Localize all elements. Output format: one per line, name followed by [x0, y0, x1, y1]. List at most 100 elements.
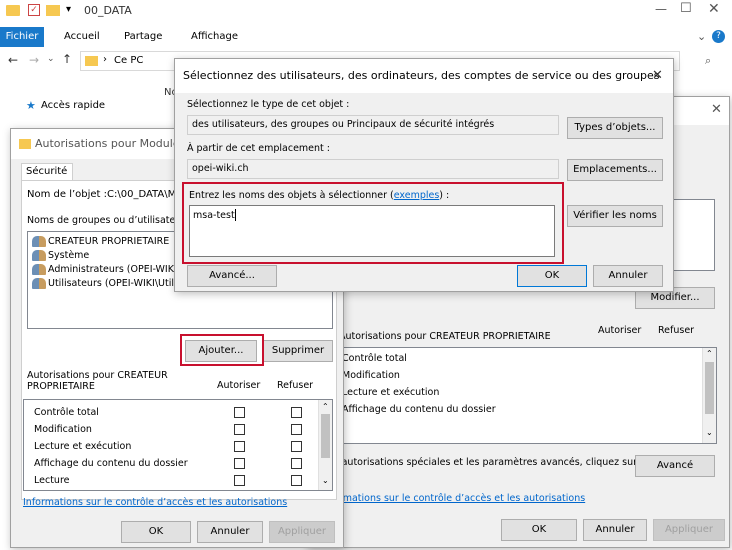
qat-dropdown-icon[interactable]: ▾ [66, 4, 71, 15]
perm-item: Contrôle total [342, 353, 407, 364]
new-folder-qat-icon[interactable] [46, 5, 60, 16]
deny-checkbox[interactable] [291, 441, 302, 452]
check-names-button[interactable]: Vérifier les noms [567, 205, 663, 227]
permissions-scrollbar[interactable]: ⌃ ⌄ [318, 400, 332, 490]
properties-close-icon[interactable]: ✕ [711, 102, 722, 117]
select-titlebar: Sélectionnez des utilisateurs, des ordin… [175, 59, 673, 93]
properties-qat-icon[interactable]: ✓ [28, 4, 40, 16]
locations-button[interactable]: Emplacements... [567, 159, 663, 181]
object-type-label: Sélectionnez le type de cet objet : [187, 99, 350, 110]
access-control-link[interactable]: Informations sur le contrôle d’accès et … [23, 497, 287, 508]
permissions-title: Autorisations pour Module T [35, 137, 190, 150]
scroll-thumb[interactable] [321, 414, 330, 458]
breadcrumb-ce-pc[interactable]: Ce PC [114, 55, 143, 66]
ribbon-expand-icon[interactable]: ⌄ [697, 30, 706, 43]
user-name: CREATEUR PROPRIETAIRE [48, 236, 170, 247]
names-label-text: Entrez les noms des objets à sélectionne… [189, 190, 394, 201]
permissions-title-icon [19, 139, 31, 149]
tab-fichier[interactable]: Fichier [0, 27, 44, 47]
scroll-down-icon[interactable]: ⌄ [706, 428, 713, 437]
scroll-up-icon[interactable]: ⌃ [322, 402, 329, 411]
perm-name: Affichage du contenu du dossier [34, 458, 188, 469]
names-input[interactable]: msa-test [189, 205, 555, 257]
explorer-titlebar: ✓ ▾ 00_DATA — ☐ ✕ [0, 0, 732, 22]
nav-pane: ★ Accès rapide [0, 90, 160, 130]
location-label: À partir de cet emplacement : [187, 143, 330, 154]
properties-access-link[interactable]: Informations sur le contrôle d’accès et … [321, 493, 585, 504]
maximize-icon[interactable]: ☐ [680, 1, 692, 16]
select-title: Sélectionnez des utilisateurs, des ordin… [183, 69, 660, 82]
properties-deny-header: Refuser [658, 325, 695, 336]
select-ok-button[interactable]: OK [517, 265, 587, 287]
scroll-up-icon[interactable]: ⌃ [706, 349, 713, 358]
properties-cancel-button[interactable]: Annuler [583, 519, 647, 541]
perm-item: Affichage du contenu du dossier [342, 404, 496, 415]
scroll-thumb[interactable] [705, 362, 714, 414]
back-icon[interactable]: ← [8, 53, 18, 67]
select-users-dialog: Sélectionnez des utilisateurs, des ordin… [174, 58, 674, 292]
properties-ok-button[interactable]: OK [501, 519, 577, 541]
object-type-field: des utilisateurs, des groupes ou Princip… [187, 115, 559, 135]
perm-row: Affichage du contenu du dossier [24, 457, 332, 471]
select-cancel-button[interactable]: Annuler [593, 265, 663, 287]
scroll-down-icon[interactable]: ⌄ [322, 476, 329, 485]
properties-perm-scrollbar[interactable]: ⌃ ⌄ [702, 348, 716, 443]
allow-header: Autoriser [217, 380, 261, 391]
deny-checkbox[interactable] [291, 424, 302, 435]
perm-row: Modification [24, 423, 332, 437]
properties-advanced-button[interactable]: Avancé [635, 455, 715, 477]
cancel-button[interactable]: Annuler [197, 521, 263, 543]
tab-accueil[interactable]: Accueil [64, 31, 100, 42]
user-group-icon [32, 278, 46, 289]
names-label-end: ) : [439, 190, 450, 201]
select-advanced-button[interactable]: Avancé... [187, 265, 277, 287]
perm-row: Lecture [24, 474, 332, 488]
forward-icon[interactable]: → [29, 53, 39, 67]
tab-securite[interactable]: Sécurité [21, 163, 73, 181]
examples-link[interactable]: exemples [394, 190, 440, 201]
ok-button[interactable]: OK [121, 521, 191, 543]
names-input-value: msa-test [193, 210, 235, 221]
up-icon[interactable]: ↑ [62, 52, 72, 66]
names-label: Entrez les noms des objets à sélectionne… [189, 190, 449, 201]
allow-checkbox[interactable] [234, 407, 245, 418]
properties-perm-list[interactable]: Contrôle total Modification Lecture et e… [337, 347, 717, 444]
permissions-header: Autorisations pour CREATEUR PROPRIETAIRE [27, 370, 168, 392]
minimize-icon[interactable]: — [655, 2, 667, 16]
folder-icon [6, 5, 20, 16]
allow-checkbox[interactable] [234, 424, 245, 435]
allow-checkbox[interactable] [234, 475, 245, 486]
add-button[interactable]: Ajouter... [185, 340, 257, 362]
allow-checkbox[interactable] [234, 441, 245, 452]
tab-partage[interactable]: Partage [124, 31, 162, 42]
address-folder-icon [85, 56, 98, 66]
star-icon: ★ [26, 99, 36, 112]
user-name: Système [48, 250, 90, 261]
nav-acces-rapide[interactable]: Accès rapide [41, 100, 105, 111]
perm-item: Lecture et exécution [342, 387, 440, 398]
properties-special-text: Pour les autorisations spéciales et les … [307, 457, 635, 468]
allow-checkbox[interactable] [234, 458, 245, 469]
chevron-right-icon: › [103, 54, 107, 65]
remove-button[interactable]: Supprimer [263, 340, 333, 362]
search-icon[interactable]: ⌕ [705, 54, 711, 68]
deny-checkbox[interactable] [291, 475, 302, 486]
help-icon[interactable]: ? [712, 30, 725, 43]
perm-item: Modification [342, 370, 400, 381]
user-group-icon [32, 236, 46, 247]
select-close-icon[interactable]: ✕ [652, 68, 663, 83]
recent-icon[interactable]: ⌄ [47, 54, 55, 64]
permissions-list[interactable]: Contrôle total Modification Lecture et e… [23, 399, 333, 491]
properties-perm-header: Autorisations pour CREATEUR PROPRIETAIRE [339, 331, 551, 342]
ribbon-tabs: Fichier Accueil Partage Affichage ⌄ ? [0, 27, 732, 47]
deny-checkbox[interactable] [291, 458, 302, 469]
properties-apply-button: Appliquer [653, 519, 725, 541]
object-types-button[interactable]: Types d’objets... [567, 117, 663, 139]
location-field: opei-wiki.ch [187, 159, 559, 179]
tab-affichage[interactable]: Affichage [191, 31, 238, 42]
groups-label: Noms de groupes ou d’utilisateurs : [27, 215, 197, 226]
deny-checkbox[interactable] [291, 407, 302, 418]
user-group-icon [32, 264, 46, 275]
apply-button: Appliquer [269, 521, 335, 543]
close-icon[interactable]: ✕ [708, 1, 720, 17]
